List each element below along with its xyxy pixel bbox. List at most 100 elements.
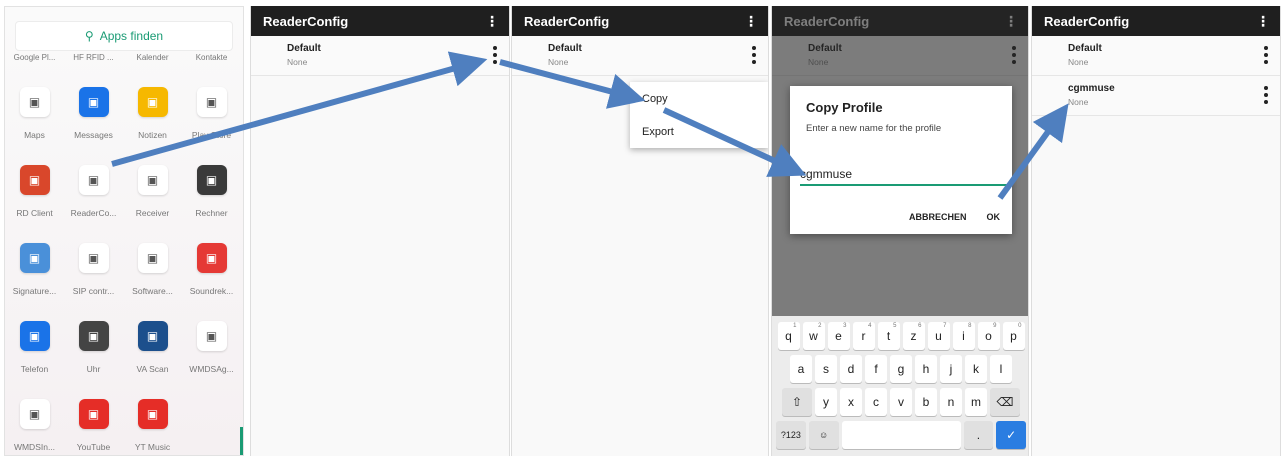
app-label: Notizen <box>138 130 167 140</box>
profile-name: Default <box>1068 43 1102 54</box>
keyboard-row: q1w2e3r4t5z6u7i8o9p0 <box>776 322 1026 350</box>
app-tile[interactable]: ▣ YouTube <box>64 395 123 455</box>
app-tile[interactable]: ▣ Telefon <box>5 317 64 395</box>
key-u[interactable]: u7 <box>927 322 950 350</box>
profile-more-icon[interactable] <box>752 46 756 64</box>
app-label: Software... <box>132 286 173 296</box>
key-k[interactable]: k <box>965 355 987 383</box>
ok-button[interactable]: OK <box>987 212 1001 222</box>
app-label[interactable]: Kontakte <box>182 53 241 62</box>
app-label: YouTube <box>76 442 111 452</box>
profile-more-icon[interactable] <box>493 46 497 64</box>
key-j[interactable]: j <box>940 355 962 383</box>
backspace-key[interactable]: ⌫ <box>990 388 1020 416</box>
app-label: Uhr <box>86 364 101 374</box>
readerconfig-screen-1: ReaderConfig ⋮ Default None <box>250 6 510 456</box>
wmds-agent-icon: ▣ <box>196 321 227 351</box>
app-tile[interactable]: ▣ WMDSIn... <box>5 395 64 455</box>
key-l[interactable]: l <box>990 355 1012 383</box>
key-e[interactable]: e3 <box>827 322 850 350</box>
symbols-key[interactable]: ?123 <box>776 421 806 449</box>
key-b[interactable]: b <box>915 388 937 416</box>
app-tile[interactable]: ▣ ReaderCo... <box>64 161 123 239</box>
app-tile[interactable]: ▣ Signature... <box>5 239 64 317</box>
key-a[interactable]: a <box>790 355 812 383</box>
app-label: Receiver <box>135 208 170 218</box>
soft-keyboard: q1w2e3r4t5z6u7i8o9p0 asdfghjkl ⇧ yxcvbnm… <box>772 316 1028 456</box>
youtube-icon: ▣ <box>78 399 109 429</box>
app-tile[interactable]: ▣ Software... <box>123 239 182 317</box>
profile-more-icon[interactable] <box>1264 86 1268 104</box>
app-tile[interactable]: ▣ Messages <box>64 83 123 161</box>
calculator-icon: ▣ <box>196 165 227 195</box>
key-r[interactable]: r4 <box>852 322 875 350</box>
app-tile[interactable]: ▣ RD Client <box>5 161 64 239</box>
app-tile[interactable]: ▣ Soundrek... <box>182 239 241 317</box>
overflow-menu-icon[interactable]: ⋮ <box>485 13 499 30</box>
key-s[interactable]: s <box>815 355 837 383</box>
key-z[interactable]: z6 <box>902 322 925 350</box>
keyboard-row: asdfghjkl <box>776 355 1026 383</box>
profile-row-default[interactable]: Default None <box>1032 36 1280 76</box>
key-p[interactable]: p0 <box>1002 322 1025 350</box>
enter-key[interactable]: ✓ <box>996 421 1026 449</box>
app-tile[interactable]: ▣ WMDSAg... <box>182 317 241 395</box>
app-label[interactable]: Kalender <box>123 53 182 62</box>
app-tile[interactable]: ▣ YT Music <box>123 395 182 455</box>
toolbar: ReaderConfig ⋮ <box>251 6 509 36</box>
shift-key[interactable]: ⇧ <box>782 388 812 416</box>
menu-item-export[interactable]: Export <box>630 115 768 148</box>
apps-search-bar[interactable]: ⚲ Apps finden <box>15 21 233 51</box>
dialog-message: Enter a new name for the profile <box>806 123 942 134</box>
profile-more-icon[interactable] <box>1264 46 1268 64</box>
app-label: Play Store <box>191 130 232 140</box>
profile-row-default[interactable]: Default None <box>512 36 768 76</box>
app-tile[interactable]: ▣ SIP contr... <box>64 239 123 317</box>
key-o[interactable]: o9 <box>977 322 1000 350</box>
key-g[interactable]: g <box>890 355 912 383</box>
profile-name: Default <box>287 43 321 54</box>
yt-music-icon: ▣ <box>137 399 168 429</box>
keyboard-row: ?123 ☺ . ✓ <box>776 421 1026 449</box>
app-tile[interactable]: ▣ Receiver <box>123 161 182 239</box>
toolbar: ReaderConfig ⋮ <box>1032 6 1280 36</box>
app-tile[interactable]: ▣ Maps <box>5 83 64 161</box>
key-v[interactable]: v <box>890 388 912 416</box>
app-tile[interactable]: ▣ Rechner <box>182 161 241 239</box>
app-label: Signature... <box>12 286 57 296</box>
app-label: Maps <box>24 130 45 140</box>
key-y[interactable]: y <box>815 388 837 416</box>
overflow-menu-icon[interactable]: ⋮ <box>1256 13 1270 30</box>
scrollbar[interactable] <box>240 427 243 455</box>
menu-item-copy[interactable]: Copy <box>630 82 768 115</box>
period-key[interactable]: . <box>963 421 994 449</box>
app-grid: ▣ Maps ▣ Messages ▣ Notizen ▣ Play Store ▣ RD Cli… <box>5 83 241 455</box>
key-c[interactable]: c <box>865 388 887 416</box>
key-t[interactable]: t5 <box>877 322 900 350</box>
app-tile[interactable]: ▣ Play Store <box>182 83 241 161</box>
app-tile[interactable]: ▣ Uhr <box>64 317 123 395</box>
key-x[interactable]: x <box>840 388 862 416</box>
search-icon: ⚲ <box>84 29 94 43</box>
profile-row-cgmmuse[interactable]: cgmmuse None <box>1032 76 1280 116</box>
overflow-menu-icon[interactable]: ⋮ <box>744 13 758 30</box>
profile-subtitle: None <box>548 57 569 67</box>
space-key[interactable] <box>841 421 961 449</box>
key-d[interactable]: d <box>840 355 862 383</box>
key-i[interactable]: i8 <box>952 322 975 350</box>
emoji-key[interactable]: ☺ <box>808 421 839 449</box>
app-label[interactable]: HF RFID ... <box>64 53 123 62</box>
key-n[interactable]: n <box>940 388 962 416</box>
app-label[interactable]: Google Pl... <box>5 53 64 62</box>
readerconfig-screen-2: ReaderConfig ⋮ Default None Copy Export <box>511 6 769 456</box>
profile-row-default[interactable]: Default None <box>251 36 509 76</box>
key-f[interactable]: f <box>865 355 887 383</box>
key-h[interactable]: h <box>915 355 937 383</box>
cancel-button[interactable]: ABBRECHEN <box>909 212 967 222</box>
app-tile[interactable]: ▣ VA Scan <box>123 317 182 395</box>
key-w[interactable]: w2 <box>802 322 825 350</box>
app-tile[interactable]: ▣ Notizen <box>123 83 182 161</box>
key-m[interactable]: m <box>965 388 987 416</box>
key-q[interactable]: q1 <box>777 322 800 350</box>
profile-name-input[interactable]: cgmmuse <box>800 164 1010 186</box>
